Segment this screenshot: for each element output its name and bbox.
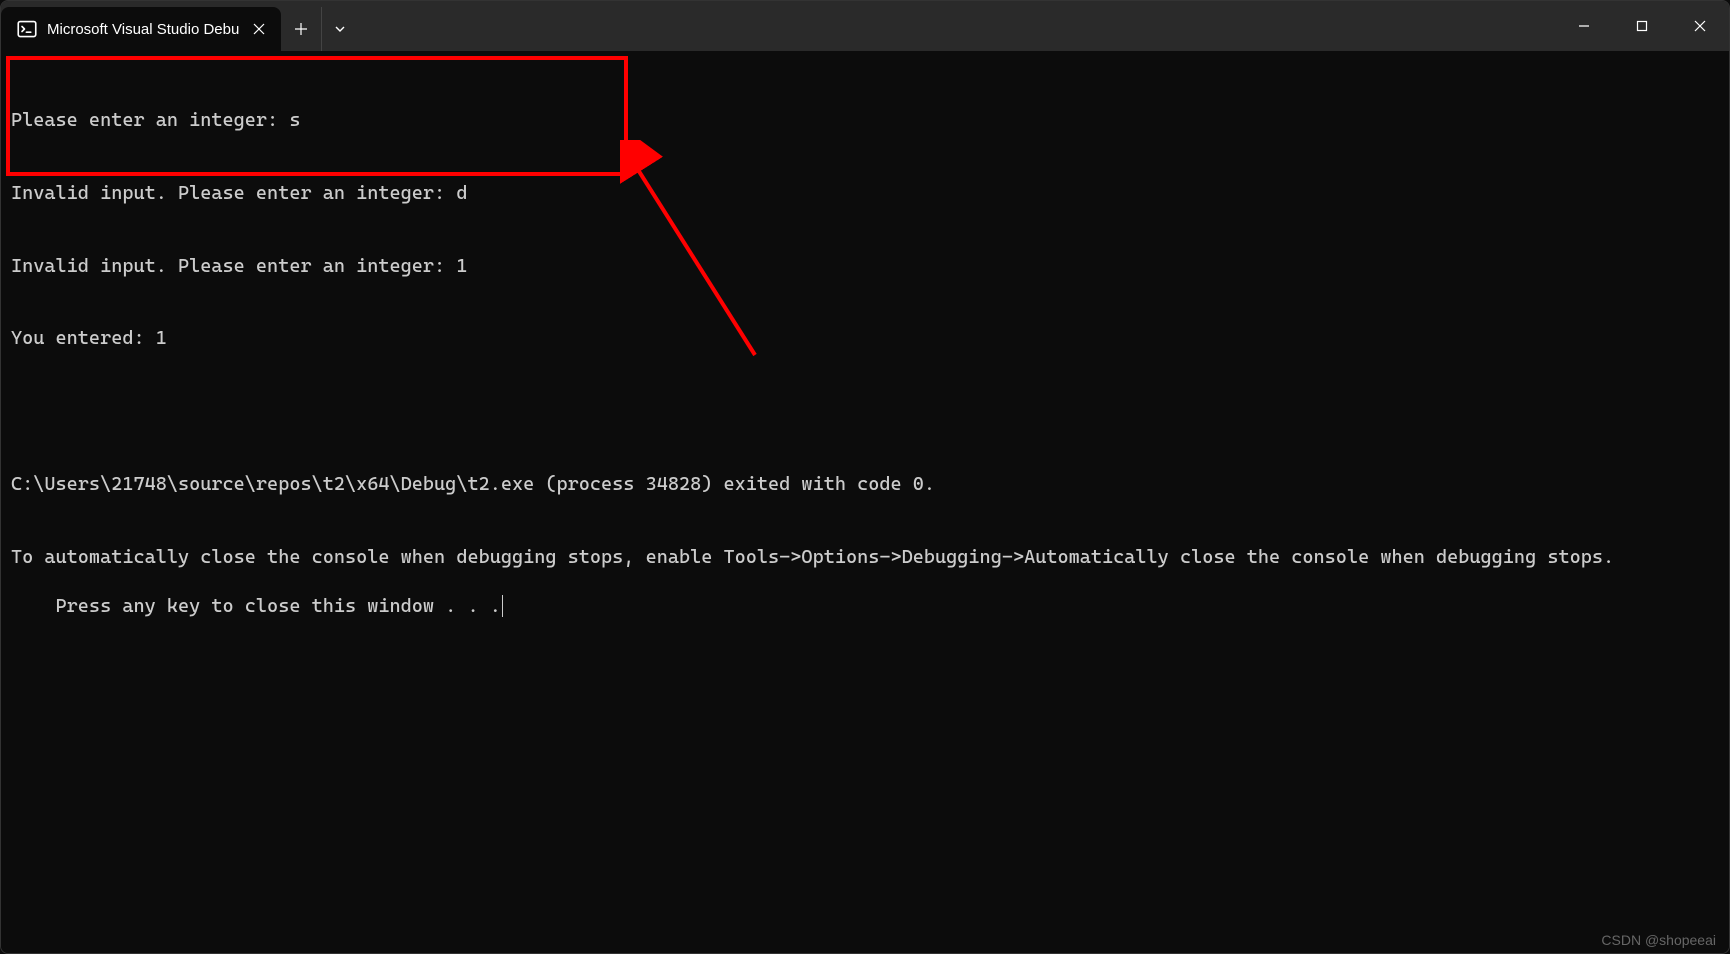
close-button[interactable] xyxy=(1671,1,1729,51)
terminal-line: To automatically close the console when … xyxy=(11,545,1719,569)
tab-title: Microsoft Visual Studio Debu xyxy=(47,21,239,38)
terminal-icon xyxy=(17,19,37,39)
terminal-output[interactable]: Please enter an integer: s Invalid input… xyxy=(1,51,1729,953)
terminal-line xyxy=(11,399,1719,423)
tab-active[interactable]: Microsoft Visual Studio Debu xyxy=(1,7,281,51)
watermark-text: CSDN @shopeeai xyxy=(1601,932,1716,948)
terminal-line-last: Press any key to close this window . . . xyxy=(56,595,503,617)
terminal-line: Please enter an integer: s xyxy=(11,108,1719,132)
window-controls xyxy=(1555,1,1729,51)
tab-dropdown-button[interactable] xyxy=(321,7,357,51)
maximize-button[interactable] xyxy=(1613,1,1671,51)
console-window: Microsoft Visual Studio Debu xyxy=(0,0,1730,954)
tab-close-button[interactable] xyxy=(249,19,269,39)
cursor-icon xyxy=(502,595,503,617)
minimize-button[interactable] xyxy=(1555,1,1613,51)
new-tab-button[interactable] xyxy=(281,7,321,51)
titlebar: Microsoft Visual Studio Debu xyxy=(1,1,1729,51)
terminal-line: You entered: 1 xyxy=(11,326,1719,350)
terminal-line: Invalid input. Please enter an integer: … xyxy=(11,181,1719,205)
terminal-line: C:\Users\21748\source\repos\t2\x64\Debug… xyxy=(11,472,1719,496)
terminal-line: Invalid input. Please enter an integer: … xyxy=(11,254,1719,278)
tab-area: Microsoft Visual Studio Debu xyxy=(1,1,1555,51)
